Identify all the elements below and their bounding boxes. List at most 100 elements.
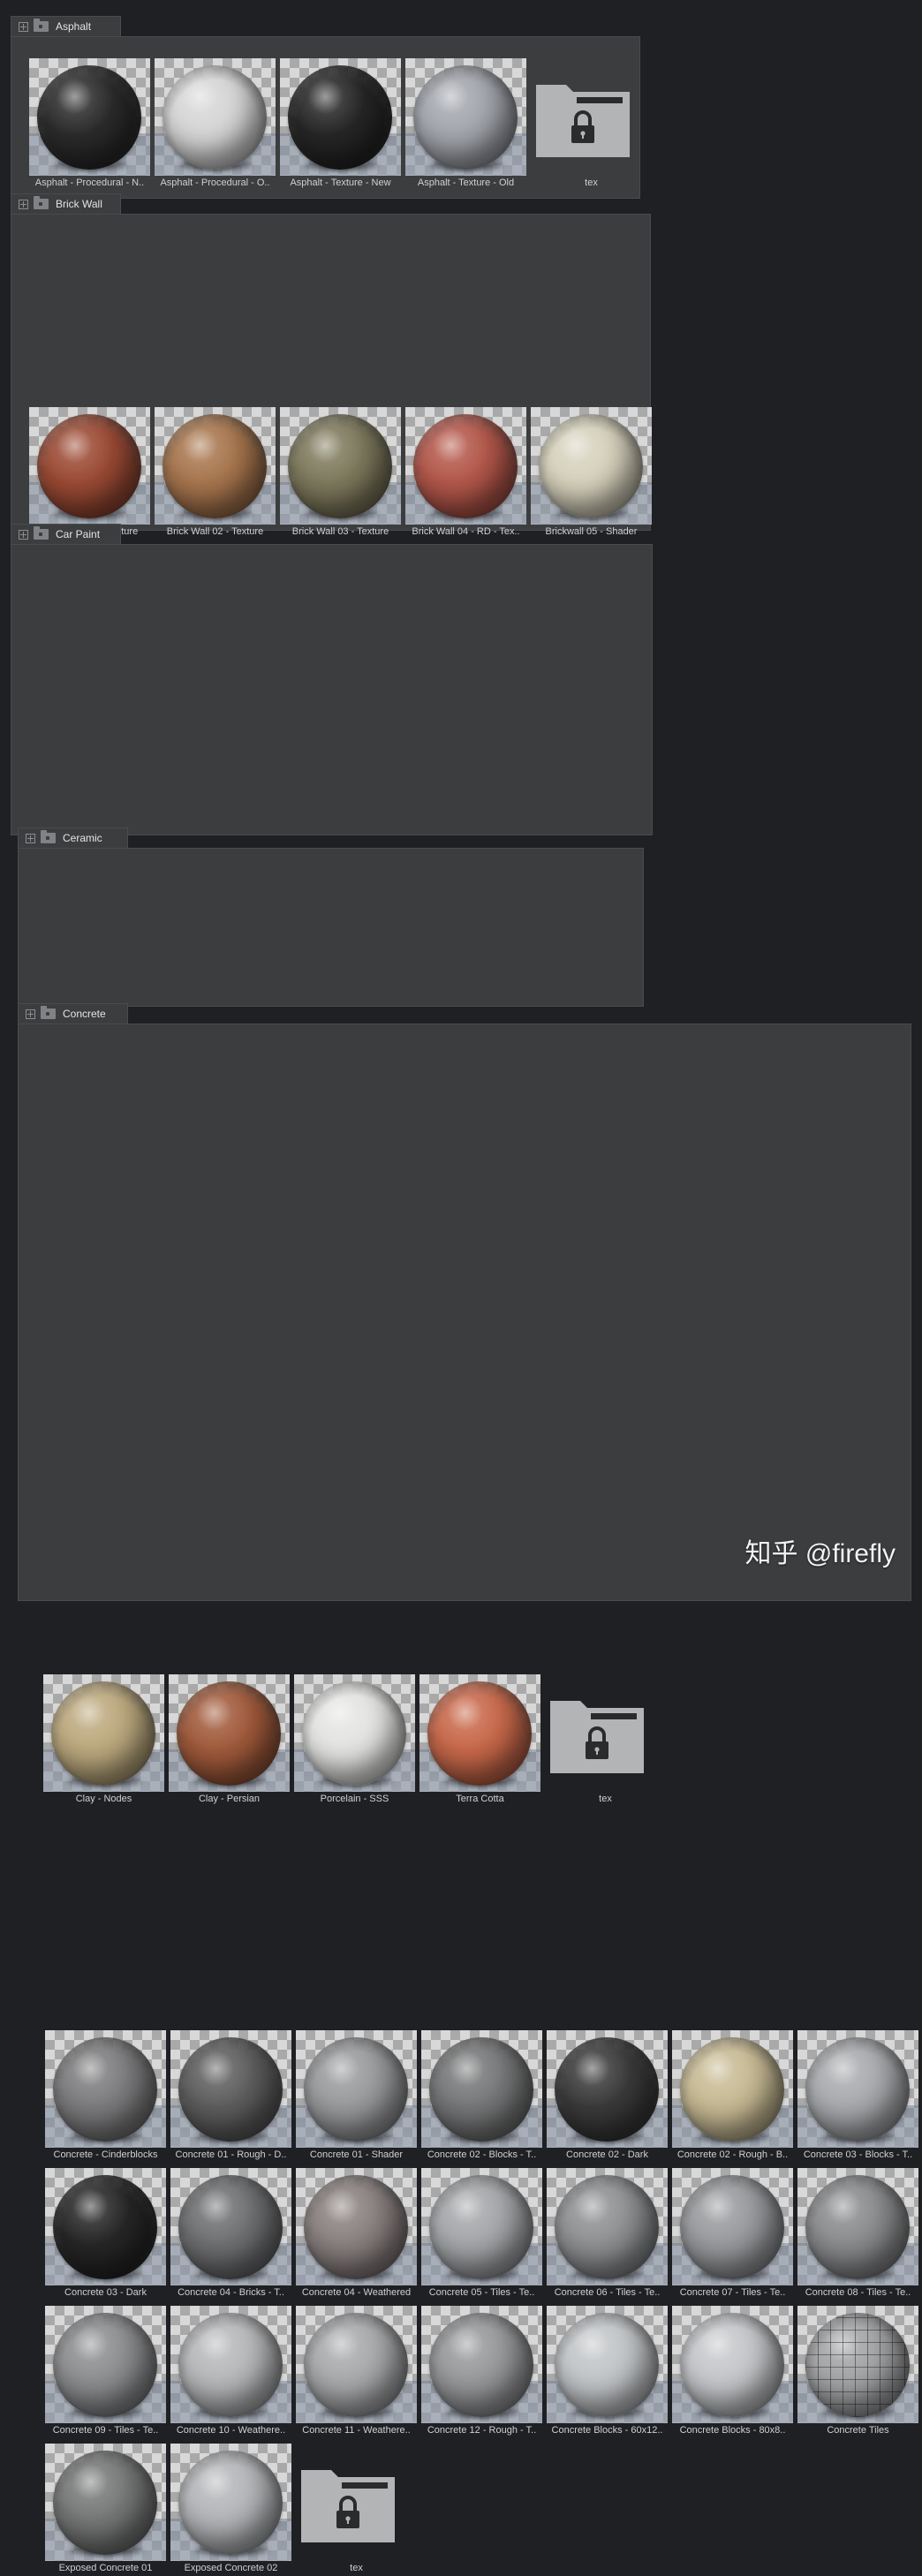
group-header[interactable]: Brick Wall: [11, 193, 121, 214]
material-sphere: [555, 2037, 659, 2142]
material-tile[interactable]: Brickwall 05 - Shader: [531, 407, 652, 540]
material-label: Brick Wall 03 - Texture: [291, 526, 389, 537]
group-header[interactable]: Asphalt: [11, 16, 121, 36]
material-label: Concrete 08 - Tiles - Te..: [805, 2287, 911, 2298]
material-label: Concrete Blocks - 60x12..: [551, 2425, 663, 2436]
material-tile[interactable]: Terra Cotta: [419, 1674, 540, 1807]
material-tile[interactable]: Brick Wall 02 - Texture: [155, 407, 276, 540]
group-header[interactable]: Car Paint: [11, 524, 121, 544]
material-sphere: [288, 65, 392, 170]
locked-folder-tile[interactable]: tex: [545, 1674, 666, 1807]
material-label: Concrete 12 - Rough - T..: [427, 2425, 537, 2436]
material-tile[interactable]: Concrete - Cinderblocks: [45, 2030, 166, 2163]
material-label: Exposed Concrete 02: [184, 2563, 278, 2573]
material-label: Porcelain - SSS: [320, 1794, 389, 1804]
material-tile[interactable]: Asphalt - Texture - Old: [405, 58, 526, 191]
material-sphere: [178, 2037, 283, 2142]
group-title: Asphalt: [56, 20, 92, 33]
material-label: Concrete 11 - Weathere..: [302, 2425, 411, 2436]
expand-icon[interactable]: [19, 199, 28, 209]
material-tile[interactable]: Concrete 03 - Blocks - T..: [797, 2030, 918, 2163]
material-tile[interactable]: Concrete 07 - Tiles - Te..: [672, 2168, 793, 2300]
material-label: Asphalt - Texture - Old: [417, 178, 515, 188]
material-label: tex: [350, 2563, 363, 2573]
material-label: Concrete Tiles: [827, 2425, 889, 2436]
material-tile[interactable]: Concrete 05 - Tiles - Te..: [421, 2168, 542, 2300]
material-tile[interactable]: Concrete 04 - Weathered: [296, 2168, 417, 2300]
material-thumbnail: [170, 2168, 291, 2285]
material-sphere: [680, 2037, 784, 2142]
material-thumbnail: [155, 58, 276, 176]
material-thumbnail: [45, 2306, 166, 2423]
material-thumbnail: [421, 2030, 542, 2148]
folder-icon: [34, 19, 49, 32]
material-tile[interactable]: Asphalt - Procedural - O..: [155, 58, 276, 191]
material-tile[interactable]: Concrete 01 - Rough - D..: [170, 2030, 291, 2163]
material-tile[interactable]: Concrete 02 - Blocks - T..: [421, 2030, 542, 2163]
material-sphere: [304, 2037, 408, 2142]
material-label: Concrete 05 - Tiles - Te..: [428, 2287, 535, 2298]
material-sphere: [805, 2313, 910, 2417]
material-sphere: [555, 2175, 659, 2279]
group-panel: [18, 848, 644, 1007]
material-thumbnail: [797, 2306, 918, 2423]
material-tile[interactable]: Asphalt - Procedural - N..: [29, 58, 150, 191]
material-tile[interactable]: Porcelain - SSS: [294, 1674, 415, 1807]
locked-folder-tile[interactable]: tex: [296, 2444, 417, 2576]
material-sphere: [53, 2451, 157, 2555]
material-tile[interactable]: Exposed Concrete 02: [170, 2444, 291, 2576]
material-tile[interactable]: Concrete Blocks - 60x12..: [547, 2306, 668, 2438]
material-label: Brickwall 05 - Shader: [545, 526, 638, 537]
group-title: Concrete: [63, 1008, 106, 1020]
material-label: Concrete 10 - Weathere..: [176, 2425, 286, 2436]
material-label: Exposed Concrete 01: [58, 2563, 153, 2573]
material-tile[interactable]: Exposed Concrete 01: [45, 2444, 166, 2576]
material-sphere: [429, 2037, 533, 2142]
material-tile[interactable]: Concrete Tiles: [797, 2306, 918, 2438]
material-tile[interactable]: Clay - Nodes: [43, 1674, 164, 1807]
material-tile[interactable]: Concrete 11 - Weathere..: [296, 2306, 417, 2438]
material-tile[interactable]: Concrete 08 - Tiles - Te..: [797, 2168, 918, 2300]
expand-icon[interactable]: [26, 1008, 35, 1019]
expand-icon[interactable]: [26, 833, 35, 843]
material-tile[interactable]: Clay - Persian: [169, 1674, 290, 1807]
material-thumbnail: [29, 407, 150, 525]
expand-icon[interactable]: [19, 529, 28, 540]
material-tile[interactable]: Concrete 03 - Dark: [45, 2168, 166, 2300]
group-panel: [18, 1024, 911, 1601]
material-tile[interactable]: Brick Wall 04 - RD - Tex..: [405, 407, 526, 540]
material-label: Concrete 01 - Shader: [309, 2149, 404, 2160]
material-label: Clay - Persian: [198, 1794, 261, 1804]
material-thumbnail: [421, 2168, 542, 2285]
material-label: Brick Wall 04 - RD - Tex..: [412, 526, 520, 537]
material-tile[interactable]: Concrete 04 - Bricks - T..: [170, 2168, 291, 2300]
locked-folder-tile[interactable]: tex: [531, 58, 652, 191]
material-sphere: [805, 2175, 910, 2279]
group-header[interactable]: Ceramic: [18, 827, 128, 848]
material-sphere: [805, 2037, 910, 2142]
material-tile[interactable]: Brick Wall 03 - Texture: [280, 407, 401, 540]
material-thumbnail: [419, 1674, 540, 1792]
material-tile[interactable]: Concrete 01 - Shader: [296, 2030, 417, 2163]
locked-folder-icon: [550, 1701, 644, 1773]
material-thumbnail: [547, 2030, 668, 2148]
material-tile[interactable]: Concrete 02 - Rough - B..: [672, 2030, 793, 2163]
material-tile[interactable]: Concrete 06 - Tiles - Te..: [547, 2168, 668, 2300]
material-thumbnail: [797, 2168, 918, 2285]
material-sphere: [162, 414, 267, 518]
folder-icon: [34, 196, 49, 209]
material-sphere: [304, 2313, 408, 2417]
material-sphere: [288, 414, 392, 518]
material-tile[interactable]: Asphalt - Texture - New: [280, 58, 401, 191]
expand-icon[interactable]: [19, 21, 28, 32]
material-label: Brick Wall 02 - Texture: [166, 526, 264, 537]
material-tile[interactable]: Concrete 10 - Weathere..: [170, 2306, 291, 2438]
group-header[interactable]: Concrete: [18, 1003, 128, 1024]
material-tile[interactable]: Concrete 12 - Rough - T..: [421, 2306, 542, 2438]
material-tile[interactable]: Concrete 02 - Dark: [547, 2030, 668, 2163]
material-tile[interactable]: Concrete 09 - Tiles - Te..: [45, 2306, 166, 2438]
material-sphere: [304, 2175, 408, 2279]
material-tile[interactable]: Concrete Blocks - 80x8..: [672, 2306, 793, 2438]
material-label: Asphalt - Procedural - O..: [160, 178, 270, 188]
material-tile[interactable]: Brick Wall 01 - Texture: [29, 407, 150, 540]
